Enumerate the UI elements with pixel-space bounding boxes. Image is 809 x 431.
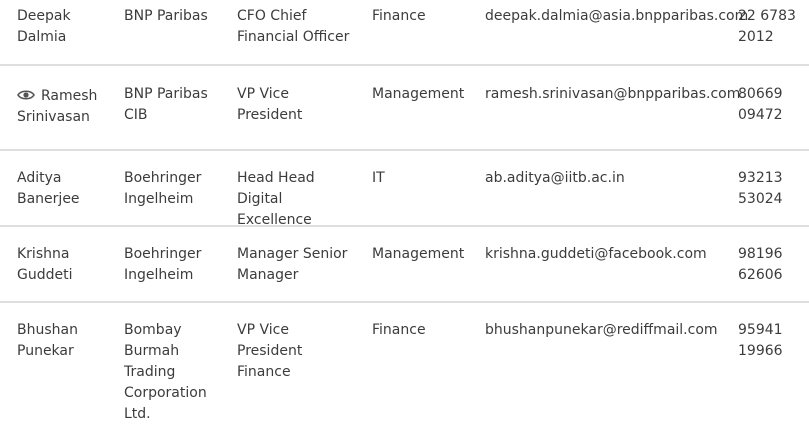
contact-name[interactable]: Deepak Dalmia [17,6,107,48]
table-row[interactable]: Bhushan Punekar Bombay Burmah Trading Co… [0,303,809,431]
contact-title: Head Head Digital Excellence [237,170,315,228]
contact-phone: 93213 53024 [738,170,783,207]
contact-company: BNP Paribas CIB [124,86,208,123]
table-row[interactable]: Krishna Guddeti Boehringer Ingelheim Man… [0,227,809,303]
contact-department: Management [372,86,465,102]
contact-name[interactable]: Aditya Banerjee [17,168,107,210]
eye-icon[interactable] [17,87,35,100]
contact-email[interactable]: ramesh.srinivasan@bnpparibas.com [485,84,740,105]
table-row[interactable]: Ramesh Srinivasan BNP Paribas CIB VP Vic… [0,66,809,151]
contact-company: Boehringer Ingelheim [124,170,202,207]
contact-department: Management [372,246,465,262]
table-row[interactable]: Deepak Dalmia BNP Paribas CFO Chief Fina… [0,0,809,66]
contact-title: Manager Senior Manager [237,246,348,283]
contact-phone: 95941 19966 [738,322,783,359]
contact-phone: 80669 09472 [738,86,783,123]
contact-company: Boehringer Ingelheim [124,246,202,283]
contact-email[interactable]: bhushanpunekar@rediffmail.com [485,320,730,341]
contact-name[interactable]: Bhushan Punekar [17,320,107,362]
contact-title: VP Vice President Finance [237,322,303,380]
contact-email[interactable]: krishna.guddeti@facebook.com [485,244,730,265]
table-row[interactable]: Aditya Banerjee Boehringer Ingelheim Hea… [0,151,809,228]
contact-company: Bombay Burmah Trading Corporation Ltd. [124,322,207,422]
contact-title: VP Vice President [237,86,303,123]
contact-phone: 98196 62606 [738,246,783,283]
contact-name[interactable]: Krishna Guddeti [17,244,107,286]
contact-email[interactable]: deepak.dalmia@asia.bnpparibas.com [485,6,748,27]
contact-name[interactable]: Ramesh Srinivasan [17,86,107,128]
contact-phone: 22 6783 2012 [738,8,796,45]
contact-title: CFO Chief Financial Officer [237,8,350,45]
contact-company: BNP Paribas [124,8,208,24]
contact-email[interactable]: ab.aditya@iitb.ac.in [485,168,730,189]
contact-department: IT [372,170,385,186]
contact-department: Finance [372,322,426,338]
contacts-table: Deepak Dalmia BNP Paribas CFO Chief Fina… [0,0,809,431]
contact-department: Finance [372,8,426,24]
